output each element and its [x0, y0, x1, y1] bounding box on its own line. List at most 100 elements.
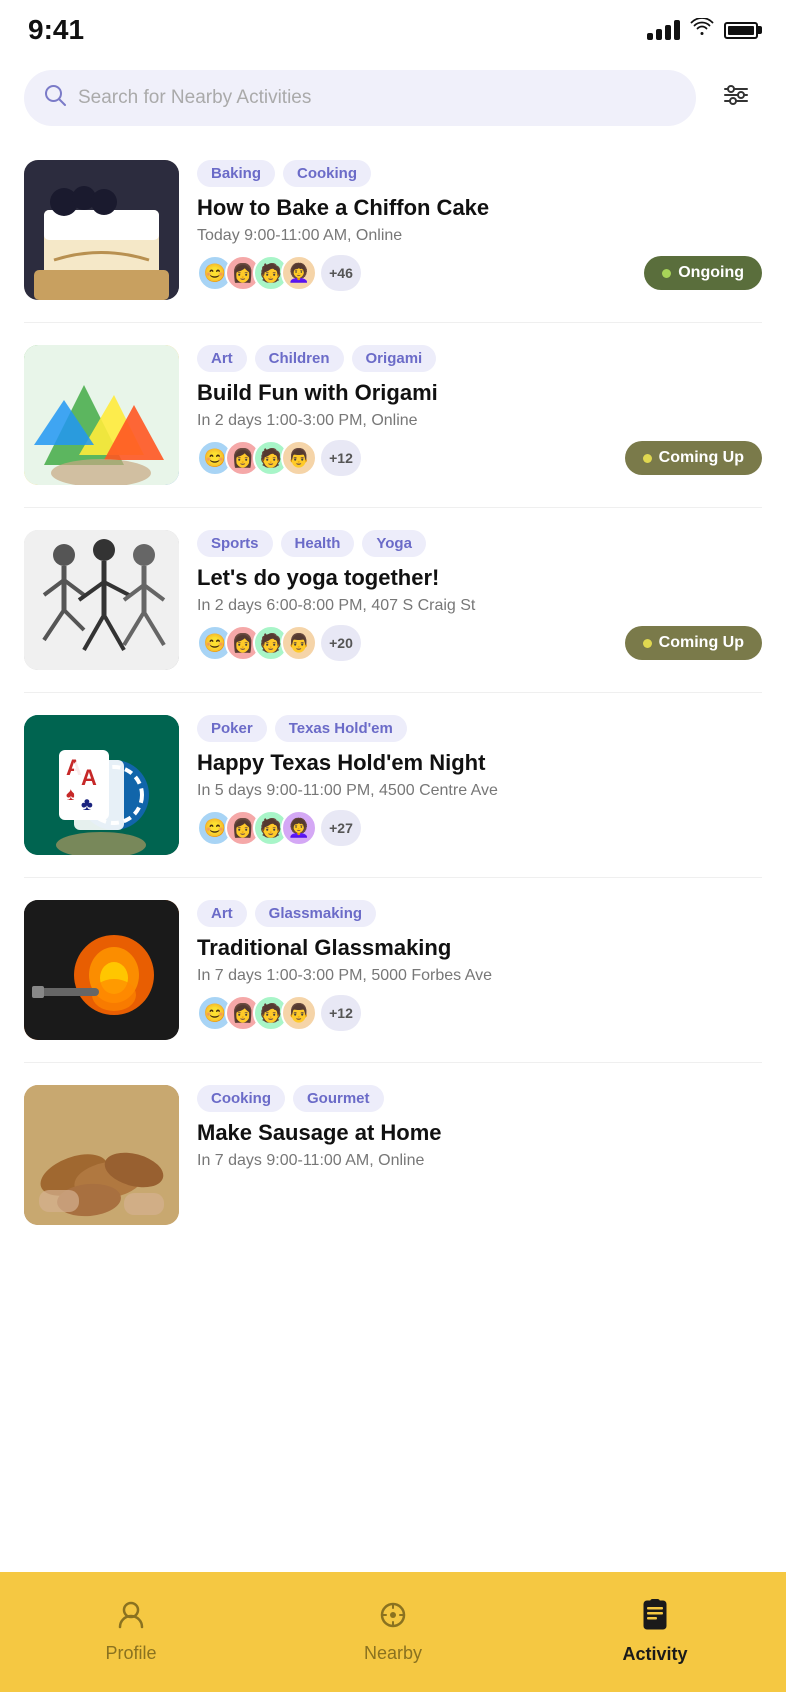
activity-image — [24, 345, 179, 485]
avatar: 👨 — [281, 995, 317, 1031]
activity-title: Build Fun with Origami — [197, 380, 762, 406]
tag-yoga: Yoga — [362, 530, 426, 557]
activity-footer: 😊 👩 🧑 👨 +12 Coming Up — [197, 440, 762, 476]
tag-baking: Baking — [197, 160, 275, 187]
search-container: Search for Nearby Activities — [0, 54, 786, 138]
status-bar: 9:41 — [0, 0, 786, 54]
activity-title: Happy Texas Hold'em Night — [197, 750, 762, 776]
avatar: 👨 — [281, 625, 317, 661]
status-badge: Coming Up — [625, 441, 762, 475]
status-dot — [643, 454, 652, 463]
activity-image — [24, 1085, 179, 1225]
activity-image — [24, 160, 179, 300]
bottom-nav: Profile Nearby Activity — [0, 1572, 786, 1692]
avatar: 👩‍🦱 — [281, 255, 317, 291]
tag-art: Art — [197, 900, 247, 927]
activity-time: In 5 days 9:00-11:00 PM, 4500 Centre Ave — [197, 782, 762, 800]
activity-card[interactable]: Art Glassmaking Traditional Glassmaking … — [0, 878, 786, 1062]
status-time: 9:41 — [28, 14, 84, 46]
tag-art: Art — [197, 345, 247, 372]
activity-card[interactable]: Cooking Gourmet Make Sausage at Home In … — [0, 1063, 786, 1247]
status-dot — [643, 639, 652, 648]
tag-glassmaking: Glassmaking — [255, 900, 376, 927]
avatar: 👨 — [281, 440, 317, 476]
status-label: Coming Up — [659, 634, 744, 652]
nav-nearby-label: Nearby — [364, 1643, 422, 1664]
activity-footer: 😊 👩 🧑 👨 +20 Coming Up — [197, 625, 762, 661]
activity-image — [24, 900, 179, 1040]
search-placeholder: Search for Nearby Activities — [78, 87, 676, 109]
status-dot — [662, 269, 671, 278]
activity-time: In 2 days 1:00-3:00 PM, Online — [197, 412, 762, 430]
activity-content: Poker Texas Hold'em Happy Texas Hold'em … — [197, 715, 762, 846]
activity-image: A ♠ A ♣ — [24, 715, 179, 855]
avatar-count: +46 — [321, 255, 361, 291]
activity-tags: Sports Health Yoga — [197, 530, 762, 557]
activity-card[interactable]: Baking Cooking How to Bake a Chiffon Cak… — [0, 138, 786, 322]
tag-health: Health — [281, 530, 355, 557]
profile-icon — [116, 1600, 146, 1637]
tag-poker: Poker — [197, 715, 267, 742]
activity-tags: Art Glassmaking — [197, 900, 762, 927]
activity-content: Art Children Origami Build Fun with Orig… — [197, 345, 762, 476]
activity-content: Baking Cooking How to Bake a Chiffon Cak… — [197, 160, 762, 291]
activity-card[interactable]: A ♠ A ♣ Poker Texas Hold'em Happy Texas … — [0, 693, 786, 877]
tag-cooking: Cooking — [197, 1085, 285, 1112]
nav-profile-label: Profile — [105, 1643, 156, 1664]
battery-icon — [724, 22, 758, 39]
search-bar[interactable]: Search for Nearby Activities — [24, 70, 696, 126]
avatar-count: +12 — [321, 995, 361, 1031]
activity-title: How to Bake a Chiffon Cake — [197, 195, 762, 221]
activity-title: Make Sausage at Home — [197, 1120, 762, 1146]
activity-card[interactable]: Sports Health Yoga Let's do yoga togethe… — [0, 508, 786, 692]
nav-activity-label: Activity — [622, 1644, 687, 1665]
activity-time: In 2 days 6:00-8:00 PM, 407 S Craig St — [197, 597, 762, 615]
activity-content: Sports Health Yoga Let's do yoga togethe… — [197, 530, 762, 661]
activity-list: Baking Cooking How to Bake a Chiffon Cak… — [0, 138, 786, 1407]
filter-button[interactable] — [710, 72, 762, 124]
activity-card[interactable]: Art Children Origami Build Fun with Orig… — [0, 323, 786, 507]
search-icon — [44, 84, 66, 112]
avatars: 😊 👩 🧑 👩‍🦱 +27 — [197, 810, 361, 846]
status-icons — [647, 18, 758, 42]
nav-nearby[interactable]: Nearby — [262, 1600, 524, 1664]
wifi-icon — [690, 18, 714, 42]
avatars: 😊 👩 🧑 👨 +20 — [197, 625, 361, 661]
nav-activity[interactable]: Activity — [524, 1599, 786, 1665]
activity-footer: 😊 👩 🧑 👩‍🦱 +27 — [197, 810, 762, 846]
nearby-icon — [378, 1600, 408, 1637]
avatars: 😊 👩 🧑 👨 +12 — [197, 995, 361, 1031]
status-badge: Coming Up — [625, 626, 762, 660]
signal-icon — [647, 20, 680, 40]
tag-gourmet: Gourmet — [293, 1085, 384, 1112]
activity-footer: 😊 👩 🧑 👨 +12 — [197, 995, 762, 1031]
svg-text:A: A — [81, 765, 97, 790]
activity-title: Traditional Glassmaking — [197, 935, 762, 961]
activity-title: Let's do yoga together! — [197, 565, 762, 591]
activity-tags: Poker Texas Hold'em — [197, 715, 762, 742]
tag-texas-holdem: Texas Hold'em — [275, 715, 407, 742]
status-label: Coming Up — [659, 449, 744, 467]
avatar-count: +12 — [321, 440, 361, 476]
activity-tags: Baking Cooking — [197, 160, 762, 187]
activity-footer: 😊 👩 🧑 👩‍🦱 +46 Ongoing — [197, 255, 762, 291]
avatar-count: +20 — [321, 625, 361, 661]
avatars: 😊 👩 🧑 👩‍🦱 +46 — [197, 255, 361, 291]
activity-image — [24, 530, 179, 670]
filter-icon — [723, 84, 749, 112]
activity-tags: Art Children Origami — [197, 345, 762, 372]
svg-text:♣: ♣ — [81, 794, 93, 814]
avatar-count: +27 — [321, 810, 361, 846]
activity-time: In 7 days 1:00-3:00 PM, 5000 Forbes Ave — [197, 967, 762, 985]
status-badge: Ongoing — [644, 256, 762, 290]
activity-time: Today 9:00-11:00 AM, Online — [197, 227, 762, 245]
activity-icon — [640, 1599, 670, 1638]
tag-children: Children — [255, 345, 344, 372]
tag-cooking: Cooking — [283, 160, 371, 187]
activity-time: In 7 days 9:00-11:00 AM, Online — [197, 1152, 762, 1170]
avatars: 😊 👩 🧑 👨 +12 — [197, 440, 361, 476]
activity-content: Art Glassmaking Traditional Glassmaking … — [197, 900, 762, 1031]
nav-profile[interactable]: Profile — [0, 1600, 262, 1664]
tag-origami: Origami — [352, 345, 437, 372]
activity-content: Cooking Gourmet Make Sausage at Home In … — [197, 1085, 762, 1180]
